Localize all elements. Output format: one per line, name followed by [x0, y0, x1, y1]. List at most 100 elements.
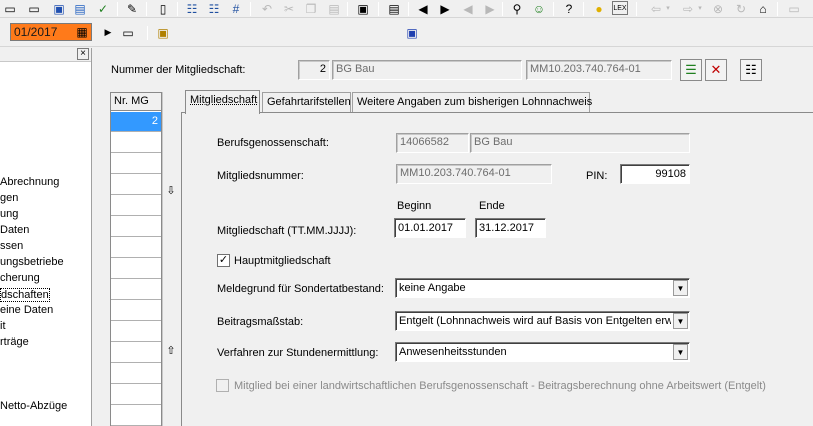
nav-item[interactable]: rträge [0, 336, 29, 348]
nav-item[interactable]: Daten [0, 224, 29, 236]
membership-list-row[interactable] [111, 196, 161, 216]
person-list-icon[interactable]: ☷ [184, 1, 200, 16]
save-icon[interactable]: ▣ [51, 1, 67, 16]
person-edit-icon[interactable]: ☷ [206, 1, 222, 16]
calendar-icon[interactable]: ▦ [74, 24, 90, 40]
panel-splitter[interactable] [92, 48, 100, 426]
forward-dropdown-icon[interactable]: ▾ [696, 1, 704, 16]
print-icon[interactable]: ▭ [786, 1, 802, 16]
close-icon[interactable]: × [77, 48, 89, 60]
arrow-right-icon[interactable]: ▶ [437, 1, 453, 16]
arrow-left-icon[interactable]: ◀ [415, 1, 431, 16]
membership-list-row[interactable] [111, 133, 161, 153]
membership-list-scrollbar[interactable]: ⇩ ⇧ [162, 92, 178, 426]
chevron-down-icon[interactable]: ▼ [673, 344, 688, 360]
scroll-down-icon[interactable]: ⇩ [164, 184, 178, 198]
pin-input[interactable]: 99108 [620, 164, 690, 184]
membership-list-row[interactable] [111, 175, 161, 195]
end-date-input[interactable]: 31.12.2017 [475, 218, 546, 238]
refresh-icon[interactable]: ↻ [733, 1, 749, 16]
chevron-down-icon[interactable]: ▼ [673, 313, 688, 329]
chevron-down-icon[interactable]: ▼ [673, 280, 688, 296]
lex-icon[interactable]: LEX [612, 1, 628, 15]
membership-list-row[interactable] [111, 301, 161, 321]
nav-item-active[interactable]: dschaften [0, 288, 50, 302]
list-icon[interactable]: ▤ [386, 1, 402, 16]
membership-list-row[interactable] [111, 385, 161, 405]
hours-method-select-value: Anwesenheitsstunden [399, 346, 507, 358]
employee-icon[interactable]: ▣ [155, 25, 171, 40]
membership-period-label: Mitgliedschaft (TT.MM.JJJJ): [217, 225, 357, 237]
delete-list-icon: ✕ [710, 62, 722, 77]
toolbar-icon-2[interactable]: ▭ [26, 1, 42, 16]
hours-method-label: Verfahren zur Stundenermittlung: [217, 347, 379, 359]
membership-list-row[interactable] [111, 322, 161, 342]
navigation-panel-header: × [0, 48, 91, 62]
membership-list-row[interactable] [111, 280, 161, 300]
membership-list-row[interactable] [111, 364, 161, 384]
stop-icon[interactable]: ⊗ [710, 1, 726, 16]
nav-item[interactable]: ung [0, 208, 18, 220]
nav-item[interactable]: Abrechnung [0, 176, 59, 188]
binoculars-icon[interactable]: ⚲ [509, 1, 525, 16]
reason-select-value: keine Angabe [399, 282, 466, 294]
add-membership-button[interactable]: ☰ [680, 59, 702, 81]
nav-item[interactable]: ungsbetriebe [0, 256, 64, 268]
membership-list-row-selected[interactable]: 2 [111, 112, 161, 132]
membership-list-row[interactable] [111, 343, 161, 363]
document-icon[interactable]: ▯ [155, 1, 171, 16]
nav-item[interactable]: eine Daten [0, 304, 53, 316]
bg-label: Berufsgenossenschaft: [217, 137, 329, 149]
module-icon[interactable]: ▣ [404, 25, 420, 40]
nav-item[interactable]: Netto-Abzüge [0, 400, 67, 412]
membership-list-row[interactable] [111, 259, 161, 279]
lightbulb-icon[interactable]: ● [591, 1, 607, 16]
tab-hazard-tariff-label: Gefahrtarifstellen [267, 96, 351, 108]
insurer-name-field: BG Bau [332, 60, 522, 80]
nav-item[interactable]: ssen [0, 240, 23, 252]
period-value: 01/2017 [14, 25, 58, 39]
membership-list-row[interactable] [111, 238, 161, 258]
cut-icon[interactable]: ✂ [281, 1, 297, 16]
tree-view-button[interactable]: ☷ [740, 59, 762, 81]
edit-icon[interactable]: ✎ [124, 1, 140, 16]
period-toolbar: 01/2017 ▦ ▶ ▭ ▣ ▣ [0, 19, 813, 47]
tree-icon: ☷ [745, 62, 757, 77]
tab-membership[interactable]: Mitgliedschaft [185, 90, 260, 114]
forward-icon[interactable]: ⇨ [680, 1, 696, 16]
hours-method-select[interactable]: Anwesenheitsstunden ▼ [395, 342, 690, 362]
home-icon[interactable]: ⌂ [755, 1, 771, 16]
nav-item[interactable]: gen [0, 192, 18, 204]
nav-item[interactable]: it [0, 320, 6, 332]
tab-further-details[interactable]: Weitere Angaben zum bisherigen Lohnnachw… [352, 92, 592, 112]
toolbar-icon-1[interactable]: ▭ [2, 1, 18, 16]
membership-list: Nr. MG 2 [110, 92, 162, 426]
membership-list-row[interactable] [111, 406, 161, 426]
membership-number-field: 2 [298, 60, 330, 80]
membership-list-row[interactable] [111, 217, 161, 237]
copy-icon[interactable]: ❐ [303, 1, 319, 16]
scale-select[interactable]: Entgelt (Lohnnachweis wird auf Basis von… [395, 311, 690, 331]
search-person-icon[interactable]: ☺ [531, 1, 547, 16]
scroll-up-icon[interactable]: ⇧ [164, 344, 178, 358]
person-number-icon[interactable]: # [228, 1, 244, 16]
back-icon[interactable]: ⇦ [648, 1, 664, 16]
tool-icon[interactable]: ▣ [355, 1, 371, 16]
tab-hazard-tariff[interactable]: Gefahrtarifstellen [262, 92, 351, 112]
begin-date-input[interactable]: 01.01.2017 [394, 218, 466, 238]
delete-membership-button[interactable]: ✕ [705, 59, 727, 81]
main-membership-checkbox[interactable]: ✓ [217, 254, 230, 267]
paste-icon[interactable]: ▤ [326, 1, 342, 16]
agricultural-checkbox[interactable] [216, 379, 229, 392]
period-next-icon[interactable]: ▶ [100, 25, 116, 40]
begin-label: Beginn [397, 200, 432, 212]
undo-icon[interactable]: ↶ [259, 1, 275, 16]
help-pointer-icon[interactable]: ? [561, 1, 577, 16]
reason-select[interactable]: keine Angabe ▼ [395, 278, 690, 298]
membership-list-row[interactable] [111, 154, 161, 174]
check-icon[interactable]: ✓ [95, 1, 111, 16]
nav-item[interactable]: cherung [0, 272, 40, 284]
calendar-12-icon[interactable]: ▭ [120, 25, 136, 40]
print-preview-icon[interactable]: ▤ [72, 1, 88, 16]
back-dropdown-icon[interactable]: ▾ [664, 1, 672, 16]
